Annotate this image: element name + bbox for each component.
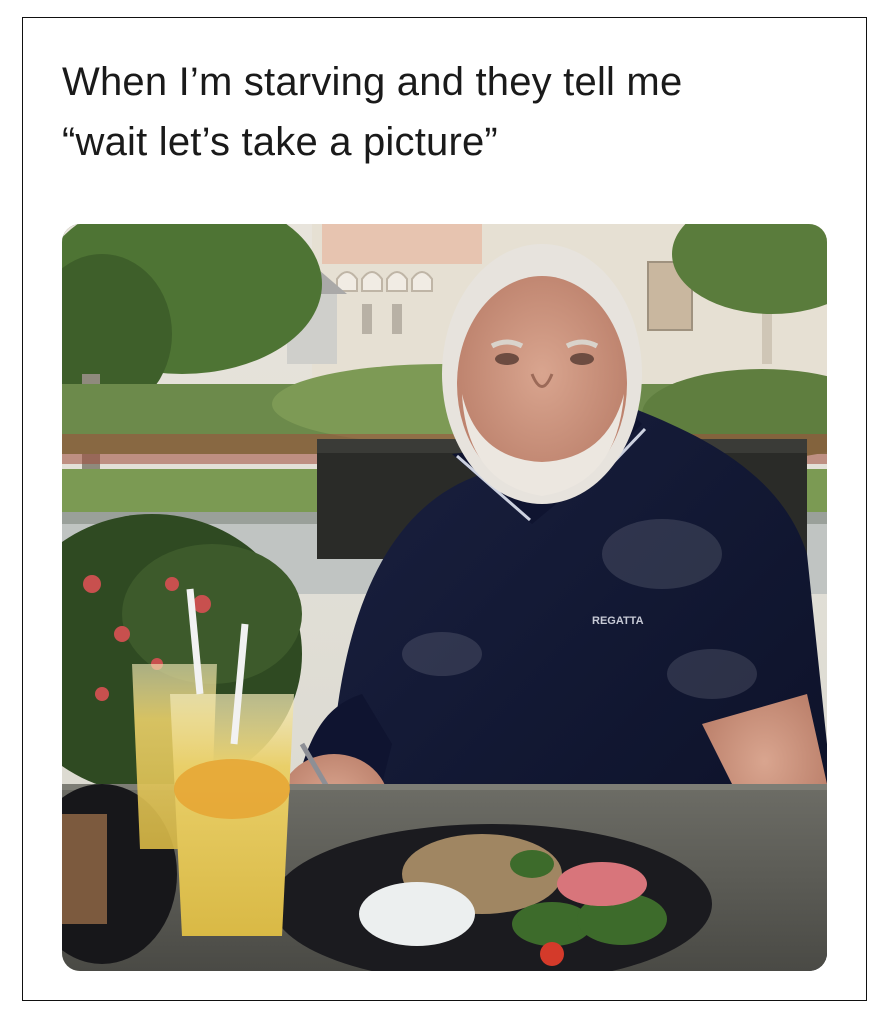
caption-line-2: “wait let’s take a picture”: [62, 120, 498, 164]
caption-line-1: When I’m starving and they tell me: [62, 60, 683, 104]
meme-caption: When I’m starving and they tell me “wait…: [62, 52, 852, 172]
shirt-logo: REGATTA: [592, 615, 644, 627]
salad: [557, 862, 647, 906]
photo-illustration: REGATTA: [62, 224, 827, 971]
meme-photo: REGATTA: [62, 224, 827, 971]
sour-cream: [359, 882, 475, 946]
